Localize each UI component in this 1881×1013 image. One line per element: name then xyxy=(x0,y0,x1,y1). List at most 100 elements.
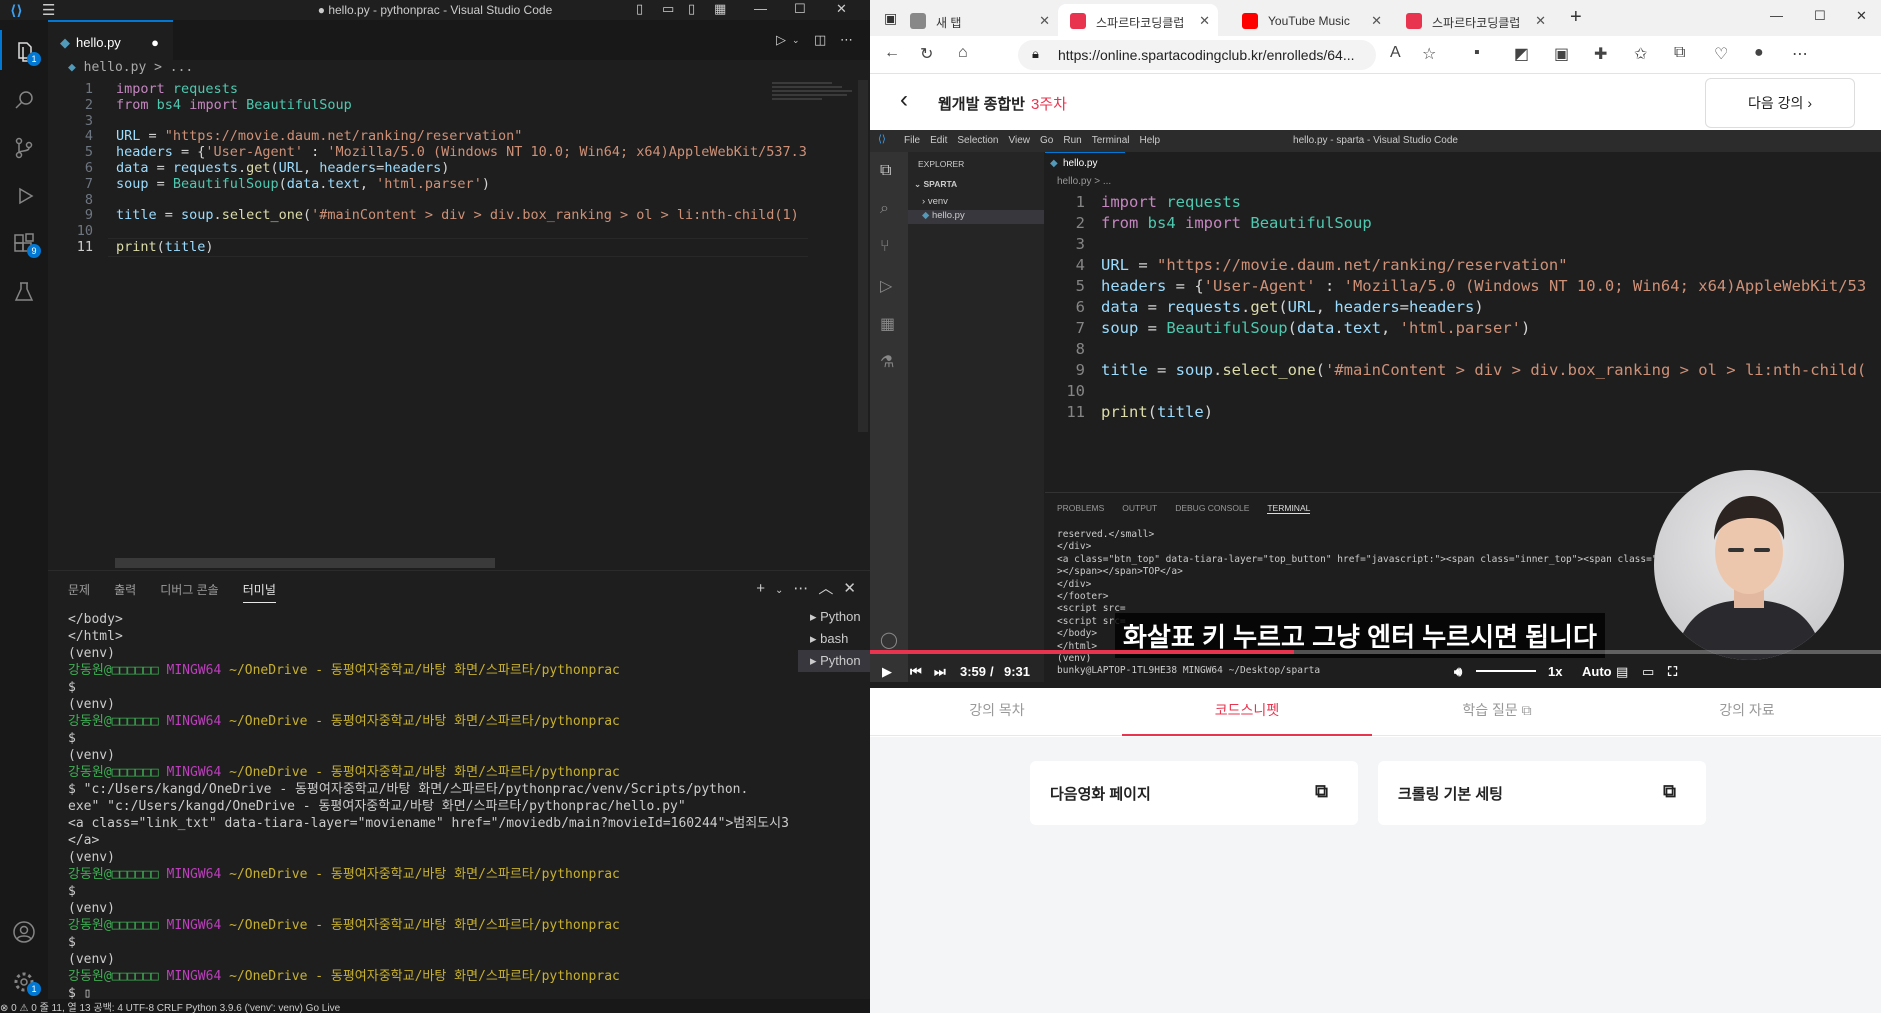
favorites-icon[interactable]: ✩ xyxy=(1634,44,1647,64)
more-actions-icon[interactable]: ⋯ xyxy=(793,580,808,597)
close-button[interactable]: ✕ xyxy=(1856,8,1867,24)
editor-vertical-scrollbar[interactable] xyxy=(858,80,868,432)
subtitles-icon[interactable]: ▤ xyxy=(1616,664,1628,680)
next-icon[interactable]: ⏭ xyxy=(934,664,946,680)
volume-slider[interactable] xyxy=(1476,670,1536,672)
close-tab-icon[interactable]: ✕ xyxy=(1199,13,1210,29)
volume-icon[interactable]: 🔊︎ xyxy=(1454,664,1462,680)
search-icon[interactable] xyxy=(0,78,48,118)
source-control-icon[interactable] xyxy=(0,126,48,166)
settings-more-icon[interactable]: ⋯ xyxy=(1792,44,1808,64)
tab-hello-py[interactable]: ◆ hello.py ● xyxy=(48,20,173,60)
extension-icon-2[interactable]: ◩ xyxy=(1514,44,1529,64)
vscode-window: ⟨⟩ ☰ ● hello.py - pythonprac - Visual St… xyxy=(0,0,918,1013)
refresh-icon[interactable]: ↻ xyxy=(920,44,933,64)
close-panel-icon[interactable]: ✕ xyxy=(843,580,856,597)
editor-horizontal-scrollbar[interactable] xyxy=(115,558,495,568)
inner-project-name: ⌄ SPARTA xyxy=(914,179,958,189)
close-tab-icon[interactable]: ✕ xyxy=(1371,13,1382,29)
previous-icon[interactable]: ⏮ xyxy=(910,664,922,680)
inner-code-line: import requests xyxy=(1101,193,1241,211)
inner-editor: ◆ hello.py hello.py > ... 1 import request… xyxy=(1045,152,1881,492)
unsaved-dot[interactable]: ● xyxy=(151,35,159,50)
close-button[interactable]: ✕ xyxy=(836,1,847,17)
panel-tab[interactable]: 출력 xyxy=(114,581,136,602)
back-icon[interactable]: ← xyxy=(884,44,900,62)
toggle-panel-icon[interactable]: ▭ xyxy=(662,1,674,17)
lecture-video[interactable]: ⟨⟩ File Edit Selection View Go Run Terminal Hel… xyxy=(870,130,1881,688)
inner-vscode-titlebar: ⟨⟩ File Edit Selection View Go Run Terminal Hel… xyxy=(870,130,1881,152)
run-python-icon[interactable]: ▷ xyxy=(776,32,786,48)
terminal-output[interactable]: </body> </html> (venv) 강동원@□□□□□□ MINGW64 ~… xyxy=(68,611,789,1002)
extensions-icon[interactable]: 9 xyxy=(0,222,48,262)
panel-actions: + ⌄ ⋯ ︿ ✕ xyxy=(746,577,856,598)
extension-icon-1[interactable]: ▪ xyxy=(1474,44,1480,62)
run-dropdown-icon[interactable]: ⌄ xyxy=(792,35,800,46)
fullscreen-icon[interactable]: ⛶ xyxy=(1668,664,1677,680)
code-line[interactable]: print(title) xyxy=(116,238,214,257)
lesson-tab[interactable]: 학습 질문 ⧉ xyxy=(1372,688,1622,736)
copy-icon[interactable]: ⧉ xyxy=(1315,781,1328,802)
close-tab-icon[interactable]: ✕ xyxy=(1535,13,1546,29)
close-tab-icon[interactable]: ✕ xyxy=(1039,13,1050,29)
breadcrumb[interactable]: ◆ hello.py > ... xyxy=(48,60,193,80)
theater-mode-icon[interactable]: ▭ xyxy=(1642,664,1654,680)
testing-icon[interactable] xyxy=(0,270,48,310)
accounts-icon[interactable] xyxy=(0,910,48,950)
collections-icon[interactable]: ⧉ xyxy=(1674,44,1685,62)
lesson-tab[interactable]: 강의 목차 xyxy=(872,688,1122,736)
address-bar[interactable]: 🔒︎ https://online.spartacodingclub.kr/en… xyxy=(1018,40,1376,70)
maximize-button[interactable]: ☐ xyxy=(794,1,806,17)
run-debug-icon[interactable] xyxy=(0,174,48,214)
playback-speed[interactable]: 1x xyxy=(1548,664,1562,679)
toggle-sidebar-icon[interactable]: ▯ xyxy=(636,1,643,17)
minimize-button[interactable]: — xyxy=(1770,8,1783,23)
favorite-star-icon[interactable]: ☆ xyxy=(1422,44,1436,64)
inner-activity-bar: ⧉ ⌕ ⑂ ▷ ▦ ⚗ ◯ xyxy=(870,152,908,682)
browser-tab[interactable]: YouTube Music ✕ xyxy=(1230,4,1390,36)
browser-tab[interactable]: 새 탭 ✕ xyxy=(898,4,1058,36)
explorer-icon[interactable]: 1 xyxy=(0,30,48,70)
inner-line-number: 8 xyxy=(1075,340,1085,358)
more-actions-icon[interactable]: ⋯ xyxy=(840,32,853,48)
terminal-dropdown-icon[interactable]: ⌄ xyxy=(775,585,783,596)
toggle-secondary-sidebar-icon[interactable]: ▯ xyxy=(688,1,695,17)
tab-actions-icon[interactable]: ▣ xyxy=(884,10,897,27)
extensions-puzzle-icon[interactable]: ✚ xyxy=(1594,44,1607,64)
copy-icon[interactable]: ⧉ xyxy=(1663,781,1676,802)
browser-tab[interactable]: 스파르타코딩클럽 ✕ xyxy=(1058,4,1218,36)
snippet-card-crawling-setup[interactable]: 크롤링 기본 세팅 ⧉ xyxy=(1378,761,1706,825)
next-lesson-button[interactable]: 다음 강의 › xyxy=(1705,78,1855,128)
read-aloud-icon[interactable]: A xyxy=(1390,44,1401,62)
browser-tab[interactable]: 스파르타코딩클럽 ✕ xyxy=(1394,4,1554,36)
new-terminal-icon[interactable]: + xyxy=(756,580,765,597)
quality-setting[interactable]: Auto xyxy=(1582,664,1612,679)
home-icon[interactable]: ⌂ xyxy=(958,44,968,62)
minimap[interactable] xyxy=(772,80,860,110)
panel-tab[interactable]: 디버그 콘솔 xyxy=(160,581,219,602)
extension-icon-3[interactable]: ▣ xyxy=(1554,44,1569,64)
panel-tab[interactable]: 문제 xyxy=(68,581,90,602)
profile-avatar-icon[interactable]: ● xyxy=(1754,44,1764,62)
code-line[interactable]: title = soup.select_one('#mainContent > … xyxy=(116,206,799,225)
customize-layout-icon[interactable]: ▦ xyxy=(714,1,726,17)
code-editor[interactable]: 1 import requests 2 from bs4 import Beautif… xyxy=(48,80,860,560)
bottom-panel: 문제 출력 디버그 콘솔 터미널 + ⌄ ⋯ ︿ ✕ </body> </html> (venv)… xyxy=(48,570,918,1002)
code-line[interactable]: soup = BeautifulSoup(data.text, 'html.pa… xyxy=(116,175,490,194)
panel-tab[interactable]: 터미널 xyxy=(242,581,276,603)
inner-panel-tabs: PROBLEMS OUTPUT DEBUG CONSOLE TERMINAL xyxy=(1057,503,1328,514)
play-icon[interactable]: ▶ xyxy=(882,664,892,680)
browser-essentials-icon[interactable]: ♡ xyxy=(1714,44,1728,64)
lesson-tab[interactable]: 강의 자료 xyxy=(1622,688,1872,736)
snippet-card-daum-movie[interactable]: 다음영화 페이지 ⧉ xyxy=(1030,761,1358,825)
maximize-button[interactable]: ☐ xyxy=(1814,8,1826,24)
course-back-icon[interactable]: ‹ xyxy=(900,86,908,114)
settings-gear-icon[interactable]: 1 xyxy=(0,960,48,1000)
video-progress-bar[interactable] xyxy=(870,650,1881,654)
maximize-panel-icon[interactable]: ︿ xyxy=(818,580,833,597)
lesson-tab[interactable]: 코드스니펫 xyxy=(1122,688,1372,736)
minimize-button[interactable]: — xyxy=(754,1,767,16)
code-line[interactable]: from bs4 import BeautifulSoup xyxy=(116,96,352,115)
split-editor-icon[interactable]: ◫ xyxy=(814,32,826,48)
new-tab-icon[interactable]: + xyxy=(1570,6,1582,29)
